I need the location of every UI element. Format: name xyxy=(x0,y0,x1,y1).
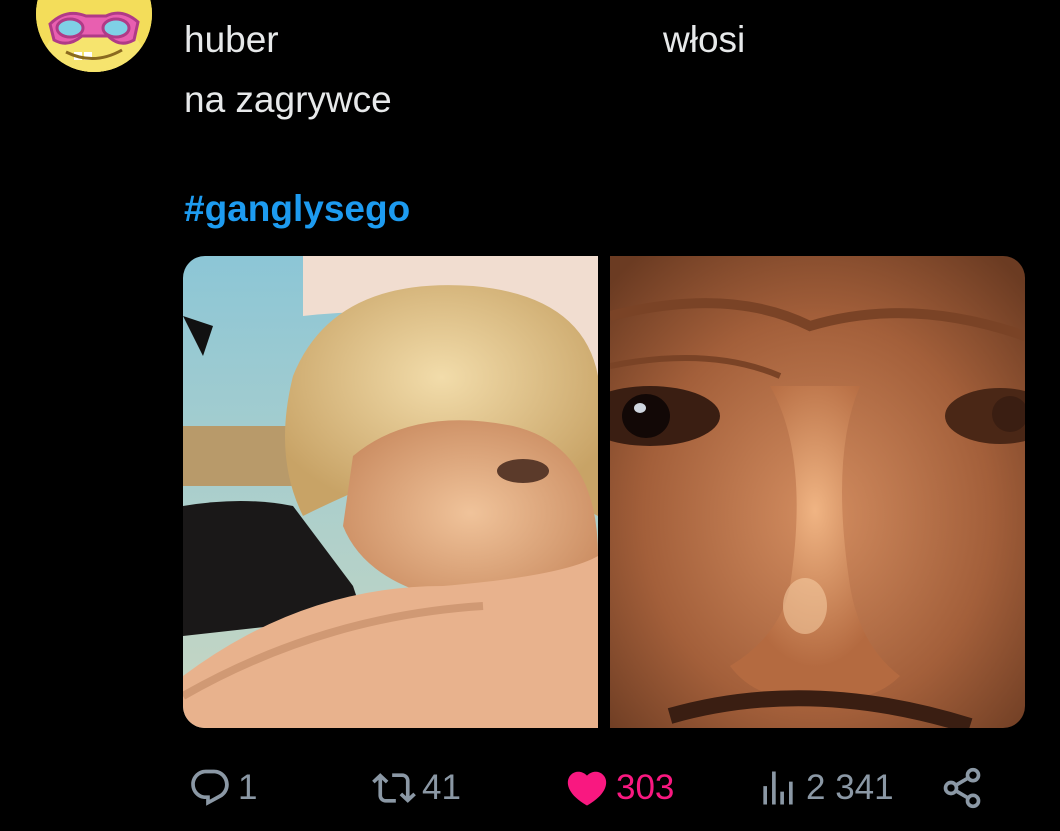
views-icon xyxy=(763,771,793,805)
share-button[interactable] xyxy=(940,760,984,816)
reply-button[interactable]: 1 xyxy=(188,760,257,816)
reply-icon xyxy=(191,769,229,806)
avatar[interactable] xyxy=(36,0,152,72)
hashtag-link[interactable]: #ganglysego xyxy=(184,184,410,234)
tweet-line-1: huber włosi xyxy=(184,10,944,70)
like-count: 303 xyxy=(616,768,675,807)
retweet-count: 41 xyxy=(422,768,461,807)
heart-icon xyxy=(567,771,607,806)
tweet-text-right: włosi xyxy=(663,19,746,60)
media-image-right[interactable] xyxy=(610,256,1025,728)
tweet-text-left: huber xyxy=(184,19,279,60)
face-closeup-photo-icon xyxy=(610,256,1025,728)
like-button[interactable]: 303 xyxy=(564,760,674,816)
media-image-left[interactable] xyxy=(183,256,598,728)
media-grid xyxy=(183,256,1025,728)
retweet-icon xyxy=(372,773,416,803)
reply-count: 1 xyxy=(238,768,258,807)
share-icon xyxy=(943,767,981,809)
tweet-text: huber włosi na zagrywce xyxy=(184,10,944,130)
tweet-line-2: na zagrywce xyxy=(184,79,392,120)
avatar-image xyxy=(36,0,152,72)
retweet-button[interactable]: 41 xyxy=(372,760,461,816)
views-button[interactable]: 2 341 xyxy=(756,760,894,816)
action-bar: 1 41 303 2 341 xyxy=(184,760,994,816)
blonde-person-photo-icon xyxy=(183,256,598,728)
views-count: 2 341 xyxy=(806,768,894,807)
